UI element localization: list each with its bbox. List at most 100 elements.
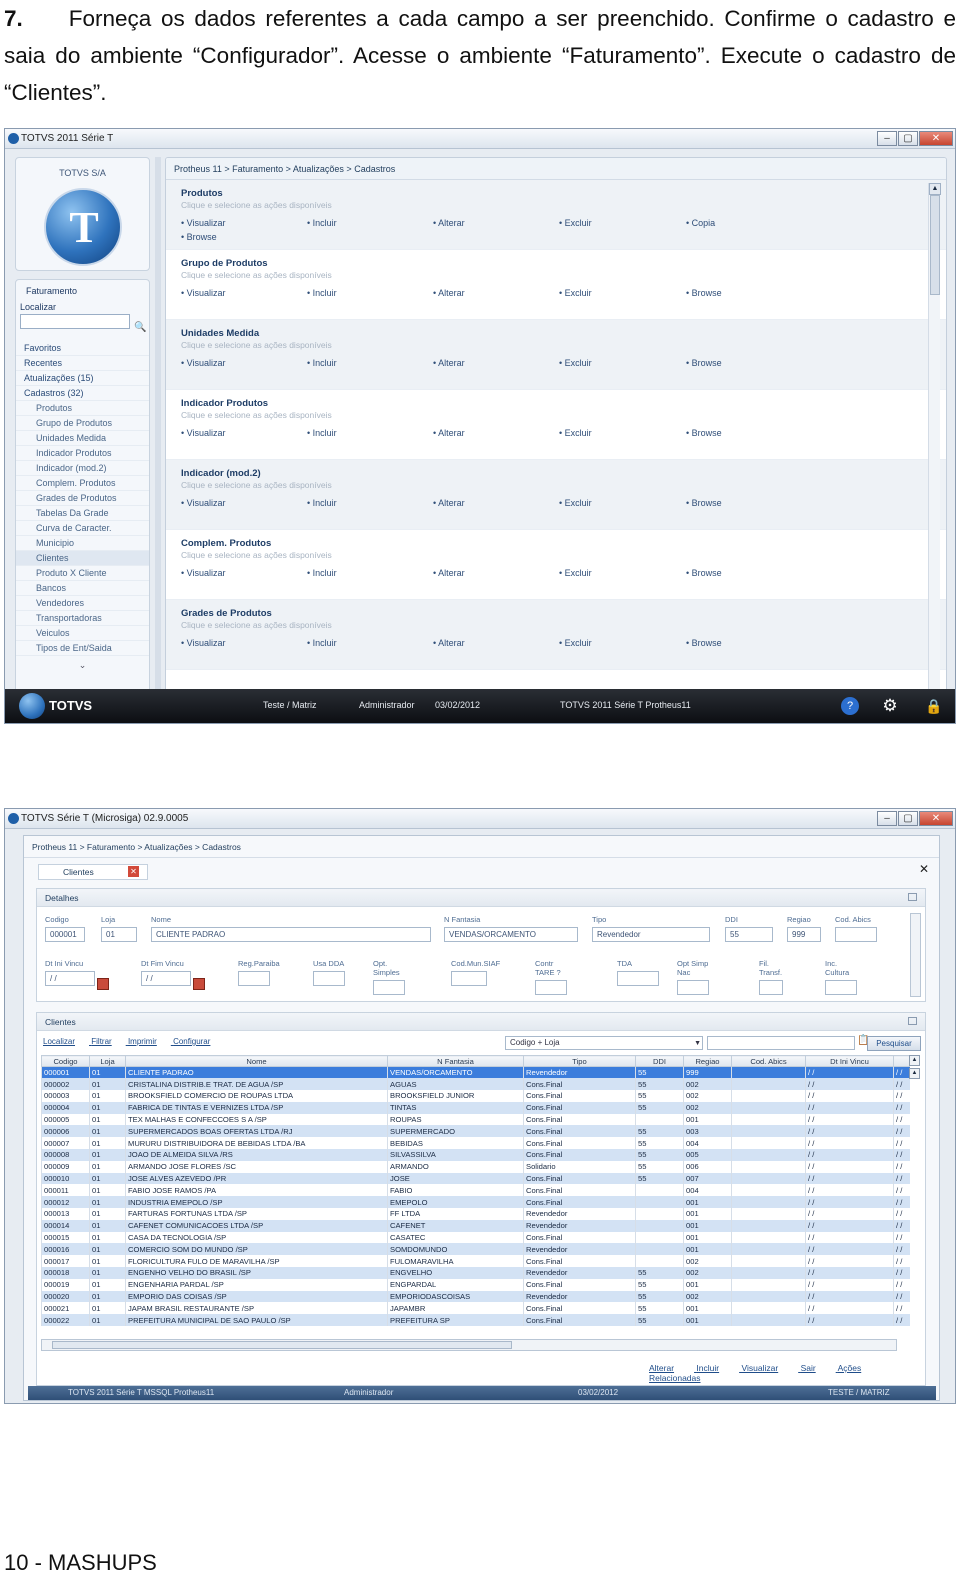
nav-item[interactable]: Tipos de Ent/Saida — [16, 641, 149, 656]
column-header[interactable]: Tipo — [523, 1055, 636, 1067]
table-row[interactable]: 000016 01 COMERCIO SOM DO MUNDO /SP SOMDOMU… — [41, 1243, 910, 1256]
scroll-top-icon[interactable]: ▲ — [909, 1055, 920, 1066]
table-row[interactable]: 000009 01 ARMANDO JOSE FLORES /SC ARMANDO So… — [41, 1160, 910, 1173]
nav-item[interactable]: Unidades Medida — [16, 431, 149, 446]
visualizar-link[interactable]: Visualizar — [741, 1363, 778, 1373]
search-icon[interactable]: 🔍 — [134, 322, 146, 333]
action-link[interactable]: • Browse — [686, 428, 722, 438]
nav-item[interactable]: Grades de Produtos — [16, 491, 149, 506]
column-header[interactable]: Nome — [125, 1055, 388, 1067]
maximize-button[interactable]: ▢ — [898, 811, 918, 826]
table-row[interactable]: 000013 01 FARTURAS FORTUNAS LTDA /SP FF LTD… — [41, 1208, 910, 1220]
chevron-down-icon[interactable]: ⌄ — [16, 660, 149, 671]
search-button[interactable]: Pesquisar — [867, 1036, 921, 1051]
search-input[interactable] — [20, 314, 130, 329]
nav-item[interactable]: Municipio — [16, 536, 149, 551]
column-header[interactable]: DDI — [635, 1055, 684, 1067]
dtfim-input[interactable]: / / — [141, 971, 191, 986]
nav-item[interactable]: Vendedores — [16, 596, 149, 611]
calendar-icon[interactable] — [97, 978, 109, 990]
nav-item[interactable]: Indicador (mod.2) — [16, 461, 149, 476]
optsimpnac-input[interactable] — [677, 980, 709, 995]
usadda-input[interactable] — [313, 971, 345, 986]
grid-scrollbar[interactable]: ▲ ▲ — [909, 1055, 921, 1337]
action-link[interactable]: • Browse — [181, 232, 217, 242]
optsimples-input[interactable] — [373, 980, 405, 995]
nav-item[interactable]: Bancos — [16, 581, 149, 596]
action-link[interactable]: • Excluir — [559, 568, 592, 578]
column-header[interactable]: Loja — [89, 1055, 126, 1067]
gear-icon[interactable]: ⚙ — [881, 697, 899, 715]
horizontal-scrollbar[interactable] — [41, 1339, 897, 1351]
search-input[interactable] — [707, 1036, 855, 1050]
table-row[interactable]: 000020 01 EMPORIO DAS COISAS /SP EMPORIODAS… — [41, 1290, 910, 1303]
action-link[interactable]: • Alterar — [433, 498, 465, 508]
action-link[interactable]: • Visualizar — [181, 428, 226, 438]
loja-input[interactable]: 01 — [101, 927, 137, 942]
action-link[interactable]: • Browse — [686, 358, 722, 368]
action-link[interactable]: • Visualizar — [181, 568, 226, 578]
maximize-button[interactable]: ▢ — [898, 131, 918, 146]
action-link[interactable]: • Visualizar — [181, 358, 226, 368]
table-row[interactable]: 000005 01 TEX MALHAS E CONFECCOES S A /SP R… — [41, 1113, 910, 1126]
action-link[interactable]: • Excluir — [559, 218, 592, 228]
table-row[interactable]: 000015 01 CASA DA TECNOLOGIA /SP CASATEC Con… — [41, 1231, 910, 1244]
action-link[interactable]: • Incluir — [307, 498, 337, 508]
minimize-button[interactable]: – — [877, 131, 897, 146]
column-header[interactable]: Regiao — [683, 1055, 732, 1067]
action-link[interactable]: • Visualizar — [181, 498, 226, 508]
details-scrollbar[interactable] — [910, 913, 921, 997]
action-link[interactable]: • Visualizar — [181, 638, 226, 648]
nav-item[interactable]: Indicador Produtos — [16, 446, 149, 461]
fantasia-input[interactable]: VENDAS/ORCAMENTO — [444, 927, 578, 942]
action-link[interactable]: • Excluir — [559, 358, 592, 368]
action-link[interactable]: • Incluir — [307, 288, 337, 298]
configurar-link[interactable]: Configurar — [173, 1037, 210, 1046]
regiao-input[interactable]: 999 — [787, 927, 821, 942]
nav-item[interactable]: Tabelas Da Grade — [16, 506, 149, 521]
nav-item[interactable]: Cadastros (32) — [16, 386, 149, 401]
action-link[interactable]: • Browse — [686, 568, 722, 578]
close-icon[interactable]: ✕ — [919, 862, 929, 876]
table-row[interactable]: 000004 01 FABRICA DE TINTAS E VERNIZES LTD… — [41, 1101, 910, 1114]
filtrar-link[interactable]: Filtrar — [91, 1037, 111, 1046]
action-link[interactable]: • Incluir — [307, 638, 337, 648]
collapse-icon[interactable] — [908, 1017, 917, 1025]
close-button[interactable]: ✕ — [919, 811, 953, 826]
action-link[interactable]: • Copia — [686, 218, 715, 228]
calendar-icon[interactable] — [193, 978, 205, 990]
imprimir-link[interactable]: Imprimir — [128, 1037, 157, 1046]
action-link[interactable]: • Alterar — [433, 428, 465, 438]
alterar-link[interactable]: Alterar — [649, 1363, 674, 1373]
table-row[interactable]: 000012 01 INDUSTRIA EMEPOLO /SP EMEPOLO Cons… — [41, 1196, 910, 1209]
tipo-input[interactable]: Revendedor — [592, 927, 710, 942]
nav-item[interactable]: Produto X Cliente — [16, 566, 149, 581]
scroll-up-icon[interactable]: ▲ — [929, 183, 941, 195]
table-row[interactable]: 000006 01 SUPERMERCADOS BOAS OFERTAS LTDA … — [41, 1125, 910, 1138]
nav-item[interactable]: Recentes — [16, 356, 149, 371]
table-row[interactable]: 000002 01 CRISTALINA DISTRIB.E TRAT. DE AG… — [41, 1078, 910, 1091]
nav-item[interactable]: Favoritos — [16, 341, 149, 356]
action-link[interactable]: • Incluir — [307, 568, 337, 578]
action-link[interactable]: • Visualizar — [181, 218, 226, 228]
column-header[interactable]: Dt Ini Vincu — [805, 1055, 894, 1067]
nome-input[interactable]: CLIENTE PADRAO — [151, 927, 431, 942]
codmun-input[interactable] — [451, 971, 487, 986]
sair-link[interactable]: Sair — [801, 1363, 816, 1373]
action-link[interactable]: • Excluir — [559, 288, 592, 298]
nav-item[interactable]: Produtos — [16, 401, 149, 416]
column-header[interactable]: Codigo — [41, 1055, 90, 1067]
table-row[interactable]: 000017 01 FLORICULTURA FULO DE MARAVILHA /… — [41, 1255, 910, 1268]
table-row[interactable]: 000022 01 PREFEITURA MUNICIPAL DE SAO PAUL… — [41, 1314, 910, 1327]
minimize-button[interactable]: – — [877, 811, 897, 826]
action-link[interactable]: • Alterar — [433, 568, 465, 578]
table-row[interactable]: 000019 01 ENGENHARIA PARDAL /SP ENGPARDAL Co… — [41, 1278, 910, 1291]
table-row[interactable]: 000021 01 JAPAM BRASIL RESTAURANTE /SP JAPA… — [41, 1302, 910, 1315]
codigo-input[interactable]: 000001 — [45, 927, 85, 942]
ddi-input[interactable]: 55 — [725, 927, 773, 942]
table-row[interactable]: 000003 01 BROOKSFIELD COMERCIO DE ROUPAS L… — [41, 1090, 910, 1102]
help-icon[interactable]: ? — [841, 697, 859, 715]
nav-item[interactable]: Transportadoras — [16, 611, 149, 626]
action-link[interactable]: • Excluir — [559, 498, 592, 508]
action-link[interactable]: • Alterar — [433, 638, 465, 648]
